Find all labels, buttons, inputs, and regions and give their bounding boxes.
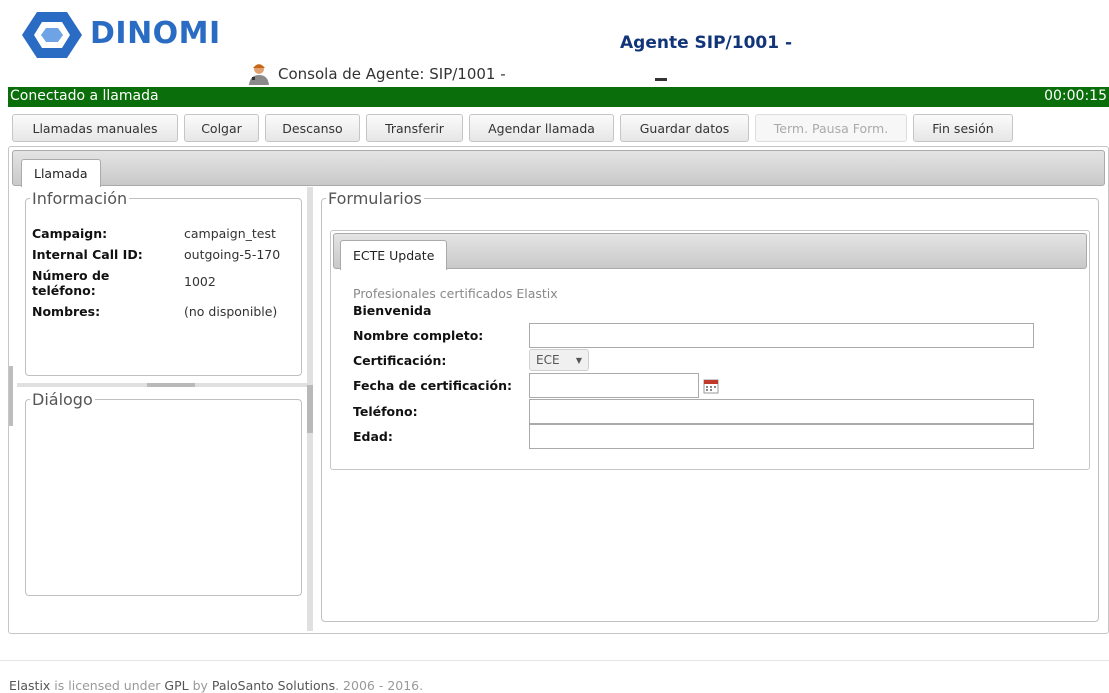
edad-label: Edad: [353, 429, 393, 444]
phone-value: 1002 [184, 274, 216, 289]
logout-button[interactable]: Fin sesión [913, 114, 1013, 142]
info-row: Campaign: campaign_test [32, 226, 297, 241]
vertical-splitter[interactable] [307, 187, 313, 631]
footer-text: by [188, 678, 212, 693]
transfer-button[interactable]: Transferir [366, 114, 463, 142]
chevron-down-icon: ▼ [575, 355, 582, 365]
info-row: Nombres: (no disponible) [32, 304, 297, 319]
status-bar: Conectado a llamada 00:00:15 [8, 87, 1109, 107]
edad-row: Edad: [353, 424, 1034, 449]
telefono-label: Teléfono: [353, 404, 418, 419]
save-data-button[interactable]: Guardar datos [620, 114, 749, 142]
main-tabbar: Llamada [12, 150, 1105, 187]
telefono-input[interactable] [529, 399, 1034, 424]
footer-company-link[interactable]: PaloSanto Solutions [212, 678, 335, 693]
dinomi-logo-icon [22, 12, 82, 58]
forms-legend: Formularios [328, 189, 422, 208]
fecha-label: Fecha de certificación: [353, 378, 512, 393]
tab-ecte-update[interactable]: ECTE Update [340, 240, 448, 270]
horizontal-splitter[interactable] [17, 383, 307, 387]
form-panel: ECTE Update Profesionales certificados E… [330, 230, 1090, 470]
console-title: Consola de Agente: SIP/1001 - [246, 63, 506, 85]
fecha-certificacion-input[interactable] [529, 373, 699, 398]
agent-toolbar: Llamadas manuales Colgar Descanso Transf… [12, 114, 1013, 142]
info-table: Campaign: campaign_test Internal Call ID… [32, 226, 297, 325]
left-scroll-handle[interactable] [9, 366, 13, 426]
footer-license-link[interactable]: GPL [164, 678, 188, 693]
nombre-label: Nombre completo: [353, 328, 484, 343]
schedule-call-button[interactable]: Agendar llamada [469, 114, 614, 142]
tab-llamada[interactable]: Llamada [21, 159, 101, 187]
hangup-button[interactable]: Colgar [184, 114, 259, 142]
names-value: (no disponible) [184, 304, 278, 319]
footer-text: . 2006 - 2016. [335, 678, 424, 693]
horizontal-splitter-handle[interactable] [147, 383, 195, 387]
campaign-label: Campaign: [32, 226, 108, 241]
nombre-row: Nombre completo: [353, 323, 1034, 348]
call-status: Conectado a llamada [10, 88, 159, 104]
phone-label: Número de teléfono: [32, 268, 110, 298]
call-id-value: outgoing-5-170 [184, 247, 281, 262]
agent-title: Agente SIP/1001 - [620, 33, 793, 53]
names-label: Nombres: [32, 304, 101, 319]
form-description: Profesionales certificados Elastix [353, 286, 558, 301]
nombre-completo-input[interactable] [529, 323, 1034, 348]
edad-input[interactable] [529, 424, 1034, 449]
form-tabbar: ECTE Update [333, 233, 1087, 270]
manual-calls-button[interactable]: Llamadas manuales [12, 114, 178, 142]
break-button[interactable]: Descanso [265, 114, 360, 142]
certificacion-row: Certificación: ECE ▼ [353, 349, 589, 371]
vertical-splitter-handle[interactable] [307, 385, 313, 433]
form-welcome: Bienvenida [353, 303, 432, 318]
info-fieldset: Información Campaign: campaign_test Inte… [25, 189, 302, 376]
campaign-value: campaign_test [184, 226, 276, 241]
footer-divider [0, 660, 1109, 661]
info-row: Internal Call ID: outgoing-5-170 [32, 247, 297, 262]
certificacion-select[interactable]: ECE ▼ [529, 349, 589, 371]
dialog-fieldset: Diálogo [25, 390, 302, 596]
footer-product-link[interactable]: Elastix [9, 678, 50, 693]
title-dash [655, 78, 667, 81]
dinomi-logo: DINOMI [22, 10, 221, 60]
end-form-pause-button[interactable]: Term. Pausa Form. [755, 114, 907, 142]
certificacion-label: Certificación: [353, 352, 447, 368]
forms-fieldset: Formularios ECTE Update Profesionales ce… [321, 189, 1099, 622]
info-row: Número de teléfono: 1002 [32, 268, 297, 298]
console-title-text: Consola de Agente: SIP/1001 - [278, 65, 506, 83]
footer-text: is licensed under [50, 678, 165, 693]
certificacion-selected: ECE [536, 353, 560, 367]
call-id-label: Internal Call ID: [32, 247, 143, 262]
dialog-legend: Diálogo [32, 390, 93, 409]
fecha-row: Fecha de certificación: [353, 373, 719, 398]
calendar-icon[interactable] [703, 378, 719, 394]
agent-icon [249, 64, 269, 85]
info-legend: Información [32, 189, 128, 208]
call-timer: 00:00:15 [1044, 88, 1107, 104]
logo-text: DINOMI [90, 15, 221, 51]
telefono-row: Teléfono: [353, 399, 1034, 424]
call-panel: Llamada Información Campaign: campaign_t… [8, 146, 1109, 634]
footer: Elastix is licensed under GPL by PaloSan… [9, 678, 423, 693]
